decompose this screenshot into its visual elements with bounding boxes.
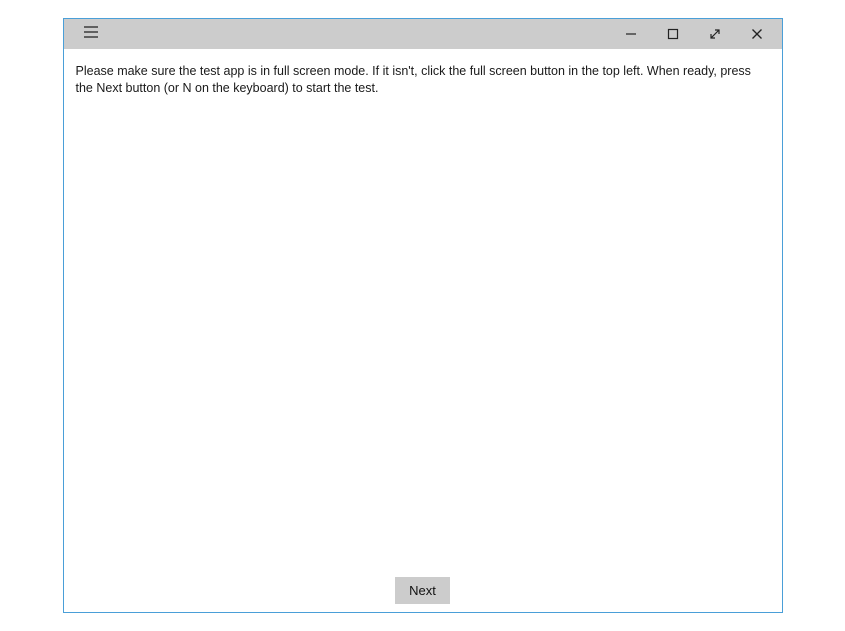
maximize-button[interactable] [652,19,694,49]
minimize-icon [625,28,637,40]
fullscreen-icon [709,28,721,40]
titlebar [64,19,782,49]
next-button[interactable]: Next [395,577,450,604]
close-button[interactable] [736,19,778,49]
titlebar-controls [610,19,778,49]
footer: Next [64,577,782,604]
maximize-icon [667,28,679,40]
menu-button[interactable] [76,19,106,49]
content-area: Please make sure the test app is in full… [64,49,782,612]
fullscreen-button[interactable] [694,19,736,49]
titlebar-left [68,19,106,49]
hamburger-icon [84,25,98,43]
instructions-text: Please make sure the test app is in full… [76,63,770,97]
minimize-button[interactable] [610,19,652,49]
close-icon [751,28,763,40]
app-window: Please make sure the test app is in full… [63,18,783,613]
